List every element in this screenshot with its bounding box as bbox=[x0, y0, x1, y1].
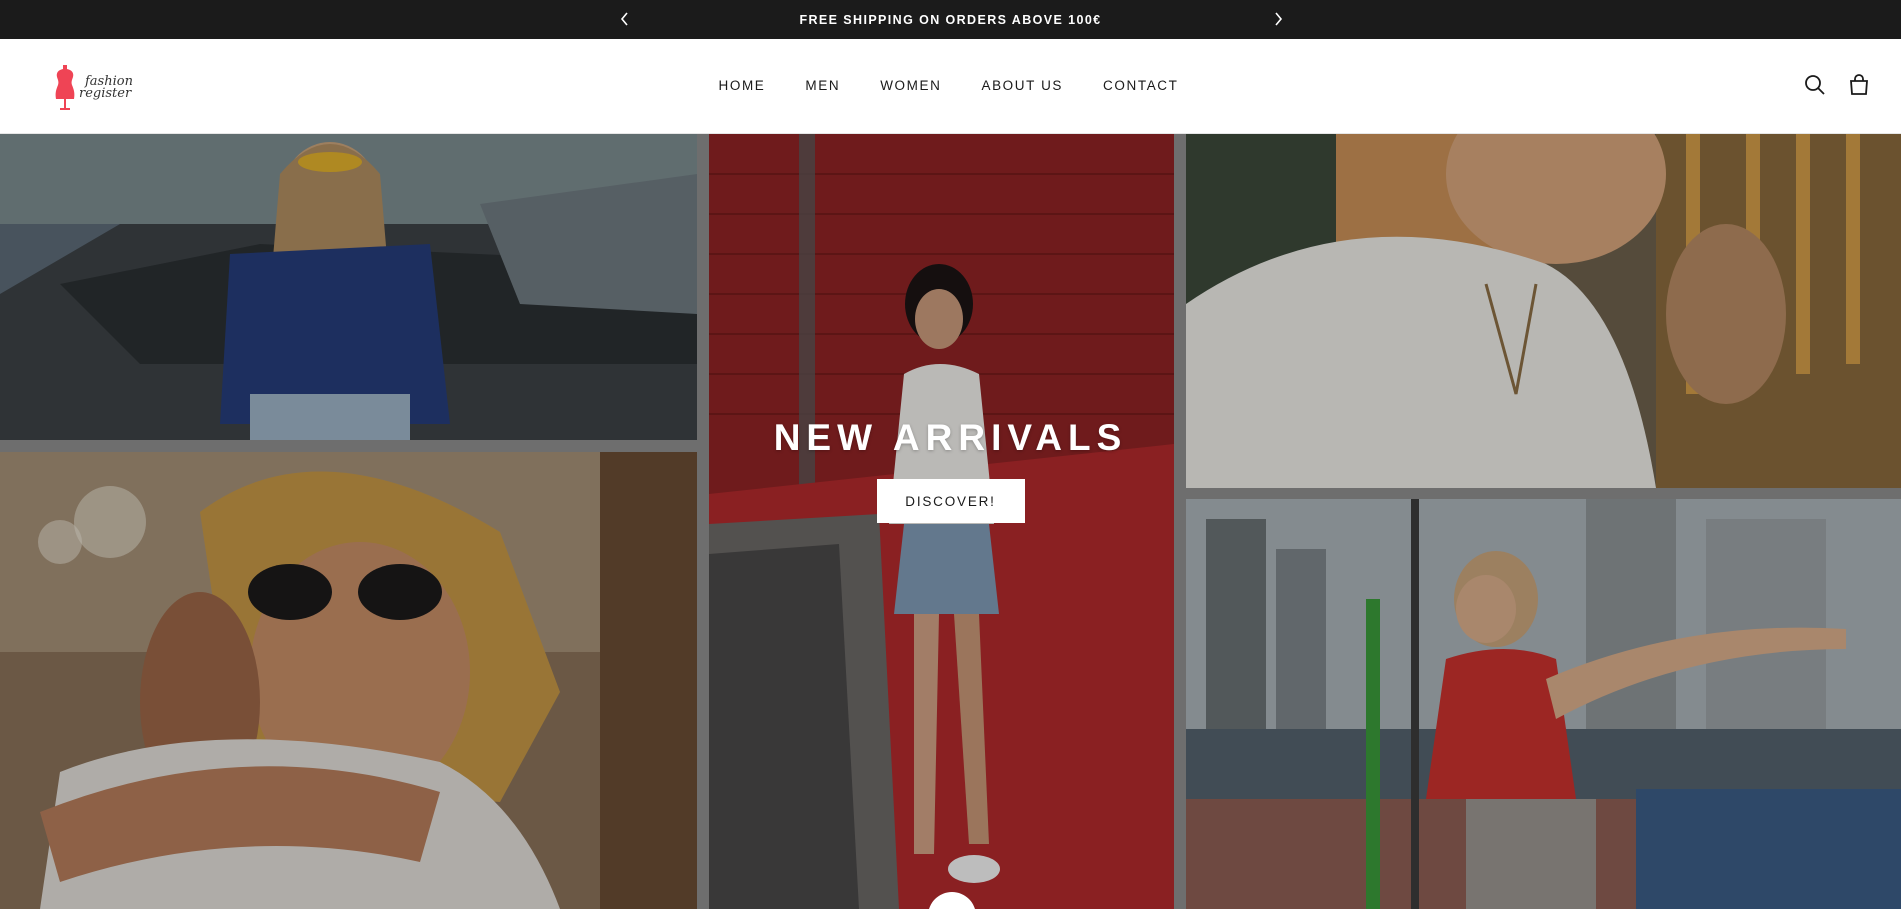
nav-about-us[interactable]: ABOUT US bbox=[981, 78, 1063, 93]
site-header: fashion register HOME MEN WOMEN ABOUT US… bbox=[0, 39, 1901, 134]
announcement-bar: FREE SHIPPING ON ORDERS ABOVE 100€ bbox=[0, 0, 1901, 39]
hero-section: NEW ARRIVALS DISCOVER! bbox=[0, 134, 1901, 909]
nav-home[interactable]: HOME bbox=[719, 78, 766, 93]
nav-women[interactable]: WOMEN bbox=[880, 78, 941, 93]
header-icons bbox=[1803, 73, 1871, 97]
chevron-left-icon[interactable] bbox=[614, 8, 636, 30]
announcement-text: FREE SHIPPING ON ORDERS ABOVE 100€ bbox=[799, 12, 1102, 27]
nav-men[interactable]: MEN bbox=[805, 78, 840, 93]
hero-title: NEW ARRIVALS bbox=[773, 417, 1128, 458]
nav-contact[interactable]: CONTACT bbox=[1103, 78, 1178, 93]
search-icon[interactable] bbox=[1803, 73, 1827, 97]
main-nav: HOME MEN WOMEN ABOUT US CONTACT bbox=[0, 78, 1901, 93]
logo-line-2: register bbox=[79, 86, 132, 101]
dress-form-icon bbox=[55, 65, 75, 110]
discover-button[interactable]: DISCOVER! bbox=[876, 479, 1025, 523]
hero-image-woman-swing bbox=[1186, 499, 1901, 909]
hero-image-woman-on-ride bbox=[0, 134, 697, 440]
hero-content: NEW ARRIVALS DISCOVER! bbox=[0, 417, 1901, 523]
chevron-right-icon[interactable] bbox=[1267, 8, 1289, 30]
bag-icon[interactable] bbox=[1847, 73, 1871, 97]
logo-text: fashion register bbox=[79, 75, 133, 101]
logo[interactable]: fashion register bbox=[53, 63, 143, 111]
